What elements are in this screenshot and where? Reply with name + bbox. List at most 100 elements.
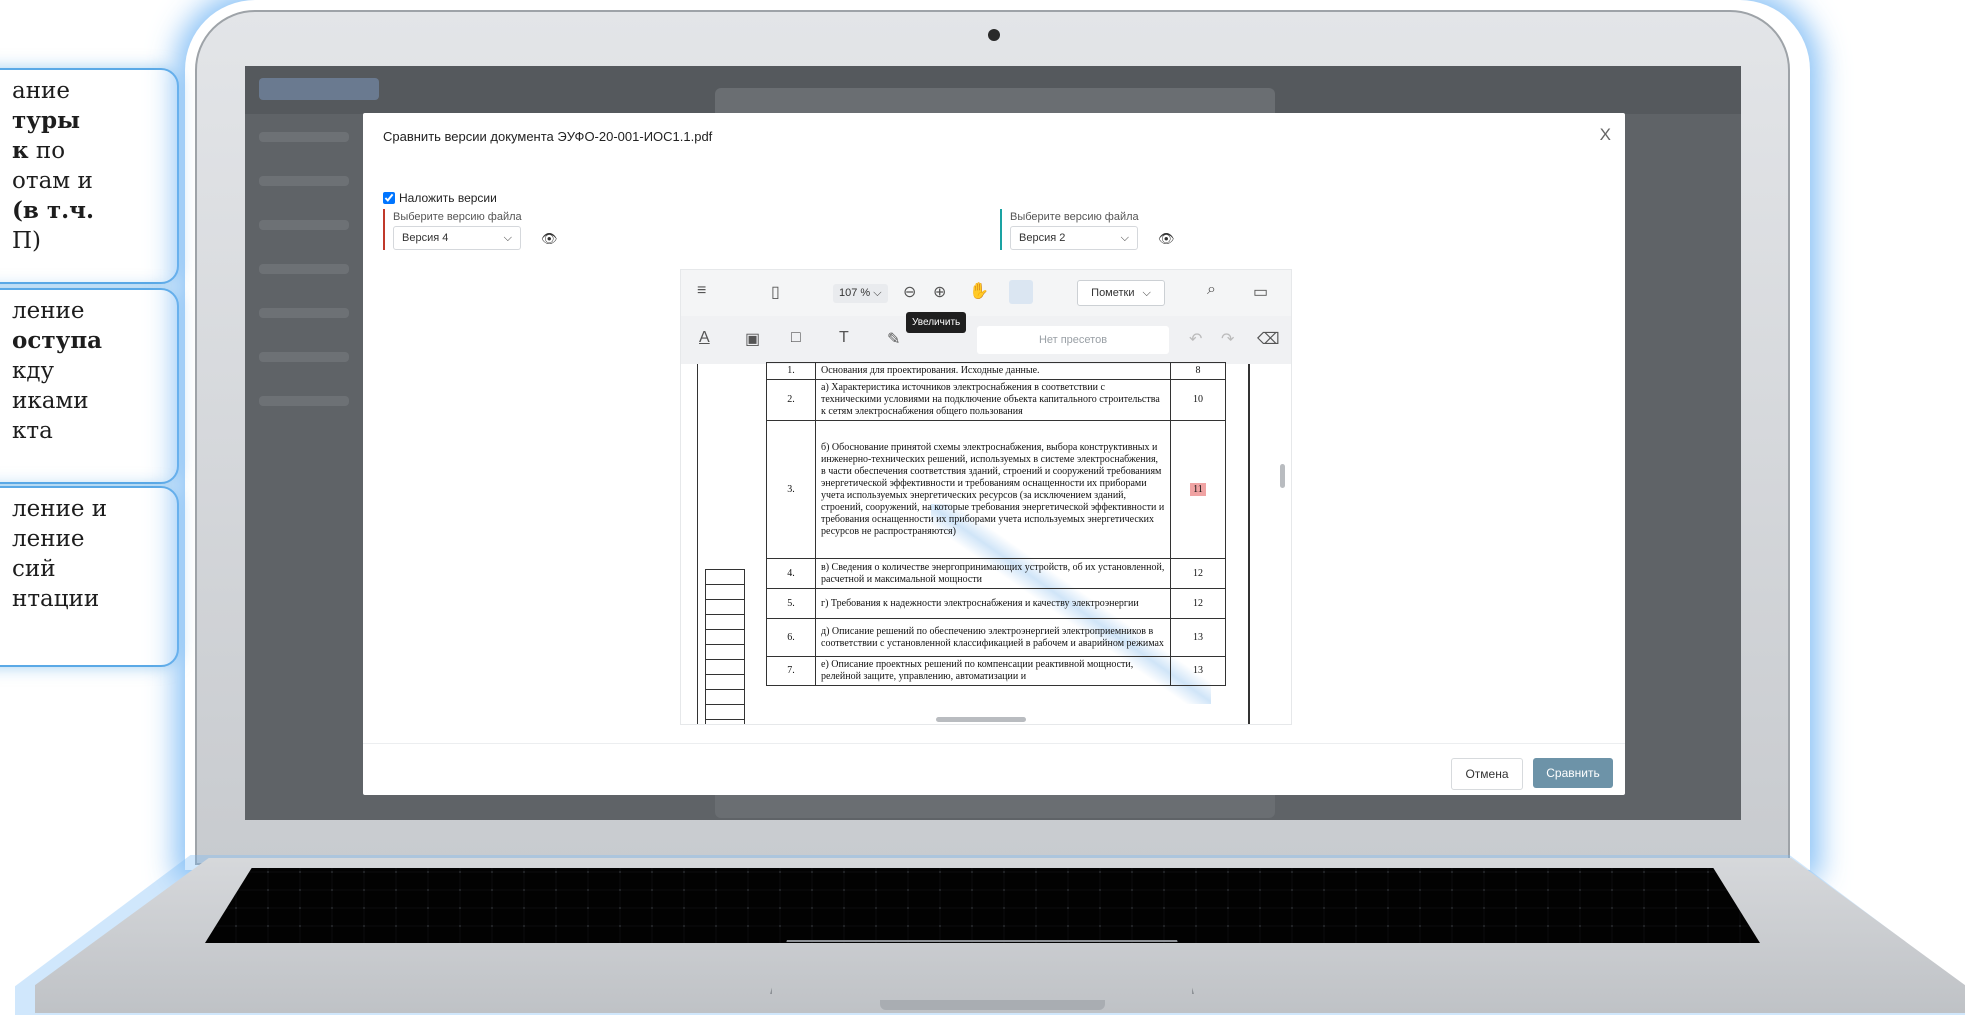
text-underline-icon[interactable]: A [699,329,710,347]
compare-versions-modal: Сравнить версии документа ЭУФО-20-001-ИО… [363,113,1625,795]
text-highlight-icon[interactable]: ▣ [745,329,760,349]
overlay-versions-checkbox[interactable]: Наложить версии [383,191,497,205]
text-tool-icon[interactable]: T [839,329,849,347]
compare-button[interactable]: Сравнить [1533,758,1613,788]
cancel-button[interactable]: Отмена [1451,758,1523,790]
callout-line: П) [12,228,42,254]
background-sidebar-item [259,132,349,142]
toc-text: г) Требования к надежности электроснабже… [815,588,1171,619]
rectangle-icon[interactable]: □ [791,329,801,347]
zoom-in-tooltip: Увеличить [906,312,967,333]
callout-line: (в т.ч. [12,196,167,226]
close-icon[interactable]: X [1600,125,1611,145]
table-row: 2. а) Характеристика источников электрос… [766,379,1226,421]
table-of-contents: 1. Основания для проектирования. Исходны… [766,362,1226,686]
callout-bold: к [12,137,29,164]
callout-bold: туры [12,107,81,134]
rectangle-select-icon[interactable] [1009,280,1033,304]
callout-line: ление и [12,496,108,522]
left-version-select[interactable]: Версия 4 ⌵ [393,226,521,250]
annotations-select[interactable]: Пометки ⌵ [1077,280,1165,306]
toc-text: в) Сведения о количестве энергопринимающ… [815,558,1171,589]
background-sidebar-item [259,308,349,318]
zoom-out-icon[interactable]: ⊖ [903,282,916,302]
callout-line: сий [12,556,56,582]
overlay-checkbox-label: Наложить версии [399,191,497,205]
laptop-notch [880,1000,1105,1010]
callout-line: ление [12,526,85,552]
chevron-down-icon: ⌵ [503,231,512,244]
toc-page: 13 [1170,656,1226,686]
toc-page: 8 [1170,362,1226,380]
pdf-viewer: ≡ ▯ 107 % ⌵ ⊖ ⊕ ✋ Пометки ⌵ ⌕ ▭ Увеличить… [680,269,1292,725]
callout-line: иками [12,388,89,414]
toc-text: д) Описание решений по обеспечению элект… [815,618,1171,657]
callout-line: кду [12,358,55,384]
toc-num: 5. [766,588,816,619]
toc-num: 3. [766,420,816,559]
toc-text: Основания для проектирования. Исходные д… [815,362,1171,380]
presets-field[interactable]: Нет пресетов [977,326,1169,354]
toc-page: 13 [1170,618,1226,657]
modal-title: Сравнить версии документа ЭУФО-20-001-ИО… [383,129,713,144]
callout-line: ание [12,78,70,104]
toc-text: а) Характеристика источников электроснаб… [815,379,1171,421]
redo-icon[interactable]: ↷ [1221,329,1234,349]
left-version-picker: Выберите версию файла Версия 4 ⌵ [383,209,522,250]
left-version-label: Выберите версию файла [393,211,522,223]
pan-hand-icon[interactable]: ✋ [969,281,989,301]
table-row: 6. д) Описание решений по обеспечению эл… [766,618,1226,657]
callout-text: по [28,138,66,164]
callout-bold: (в т.ч. [12,197,94,224]
toc-text: е) Описание проектных решений по компенс… [815,656,1171,686]
table-row: 3. б) Обоснование принятой схемы электро… [766,420,1226,559]
table-row: 1. Основания для проектирования. Исходны… [766,362,1226,380]
pen-icon[interactable]: ✎ [887,329,900,349]
left-version-value: Версия 4 [402,232,449,244]
table-row: 4. в) Сведения о количестве энергоприним… [766,558,1226,589]
background-sidebar-item [259,396,349,406]
callout-line: кта [12,418,53,444]
toc-page: 11 [1170,420,1226,559]
eye-icon[interactable]: 👁 [1158,231,1175,247]
table-row: 5. г) Требования к надежности электросна… [766,588,1226,619]
camera-icon [988,29,1000,41]
zoom-value: 107 % [839,287,871,299]
background-sidebar-item [259,352,349,362]
callout-line: оступа [12,326,167,356]
page-stamp-block [705,569,745,724]
zoom-in-icon[interactable]: ⊕ [933,282,946,302]
right-version-label: Выберите версию файла [1010,211,1139,223]
overlay-checkbox-input[interactable] [383,192,395,204]
horizontal-scrollbar[interactable] [936,717,1026,722]
toc-num: 1. [766,362,816,380]
modal-footer-divider [363,743,1625,744]
annotations-select-value: Пометки [1091,287,1135,299]
zoom-select[interactable]: 107 % ⌵ [833,284,888,303]
search-icon[interactable]: ⌕ [1207,281,1216,299]
background-sidebar-item [259,176,349,186]
toc-page: 10 [1170,379,1226,421]
menu-icon[interactable]: ≡ [697,282,706,300]
undo-icon[interactable]: ↶ [1189,329,1202,349]
toc-page: 12 [1170,588,1226,619]
right-version-select[interactable]: Версия 2 ⌵ [1010,226,1138,250]
callout-line: ление [12,298,85,324]
toc-page: 12 [1170,558,1226,589]
eraser-icon[interactable]: ⌫ [1257,329,1280,349]
changed-page-highlight: 11 [1190,482,1206,496]
callout-line: туры [12,106,167,136]
toc-num: 6. [766,618,816,657]
eye-icon[interactable]: 👁 [541,231,558,247]
right-version-picker: Выберите версию файла Версия 2 ⌵ [1000,209,1139,250]
sidebar-toggle-icon[interactable]: ▯ [771,282,780,302]
callout-access: ление оступа кду иками кта [0,288,179,484]
comments-icon[interactable]: ▭ [1253,282,1268,302]
vertical-scrollbar[interactable] [1280,464,1285,488]
keyboard [205,868,1760,943]
trackpad [770,940,1194,994]
laptop-screen: Сравнить версии документа ЭУФО-20-001-ИО… [245,66,1741,820]
callout-line: к по [12,136,167,166]
callout-structure: ание туры к по отам и (в т.ч. П) [0,68,179,284]
chevron-down-icon: ⌵ [1120,231,1129,244]
